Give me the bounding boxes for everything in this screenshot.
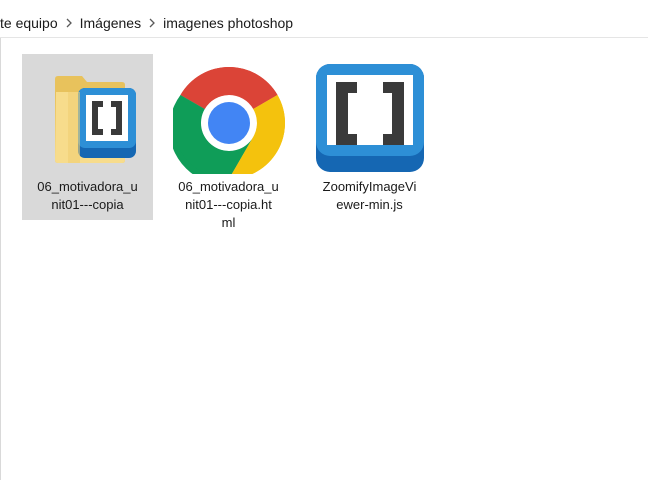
file-name-line: nit01---copia [51,197,124,212]
file-item-html[interactable]: 06_motivadora_u nit01---copia.ht ml [163,54,294,230]
file-name-label: 06_motivadora_u nit01---copia.ht ml [167,178,290,232]
breadcrumb-item-photoshop-images[interactable]: imagenes photoshop [159,13,297,33]
file-name-label: ZoomifyImageVi ewer-min.js [308,178,431,214]
file-name-line: ml [221,215,236,230]
chevron-right-icon[interactable] [62,18,76,28]
file-name-line: nit01---copia.ht [185,197,272,212]
file-name-line: 06_motivadora_u [37,179,138,194]
breadcrumb-item-this-pc[interactable]: te equipo [0,13,62,33]
file-list-area[interactable]: 06_motivadora_u nit01---copia 06_motivad… [1,38,648,480]
file-item-js[interactable]: ZoomifyImageVi ewer-min.js [304,54,435,220]
breadcrumb-item-images[interactable]: Imágenes [76,13,145,33]
brackets-icon [314,62,426,174]
file-name-line: ewer-min.js [336,197,403,212]
folder-with-brackets-icon [32,62,144,174]
file-item-folder[interactable]: 06_motivadora_u nit01---copia [22,54,153,220]
file-name-line: ZoomifyImageVi [322,179,417,194]
chrome-icon [168,62,285,179]
breadcrumb[interactable]: te equipo Imágenes imagenes photoshop [0,8,648,38]
chevron-right-icon[interactable] [145,18,159,28]
file-name-label: 06_motivadora_u nit01---copia [26,178,149,214]
file-name-line: 06_motivadora_u [178,179,279,194]
